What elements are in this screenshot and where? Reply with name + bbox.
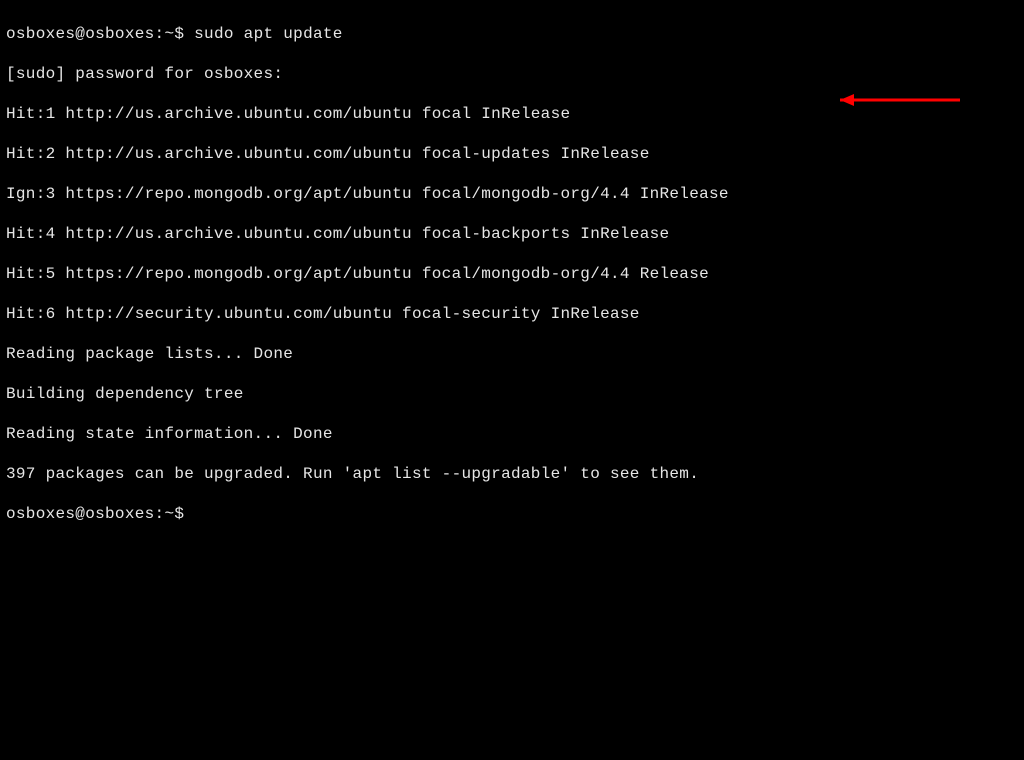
- terminal-output-line: 397 packages can be upgraded. Run 'apt l…: [6, 464, 1018, 484]
- terminal-output-line: [sudo] password for osboxes:: [6, 64, 1018, 84]
- terminal-output-line: Hit:1 http://us.archive.ubuntu.com/ubunt…: [6, 104, 1018, 124]
- terminal-window[interactable]: osboxes@osboxes:~$ sudo apt update [sudo…: [6, 4, 1018, 544]
- shell-command: sudo apt update: [194, 25, 343, 43]
- terminal-line: osboxes@osboxes:~$: [6, 504, 1018, 524]
- terminal-output-line: Reading state information... Done: [6, 424, 1018, 444]
- shell-prompt-user: osboxes@osboxes:: [6, 505, 164, 523]
- terminal-output-line: Reading package lists... Done: [6, 344, 1018, 364]
- terminal-output-line: Building dependency tree: [6, 384, 1018, 404]
- shell-prompt-path: ~: [164, 25, 174, 43]
- terminal-output-line: Hit:5 https://repo.mongodb.org/apt/ubunt…: [6, 264, 1018, 284]
- shell-prompt-path: ~: [164, 505, 174, 523]
- terminal-line: osboxes@osboxes:~$ sudo apt update: [6, 24, 1018, 44]
- shell-prompt-symbol: $: [174, 505, 184, 523]
- terminal-output-line: Hit:6 http://security.ubuntu.com/ubuntu …: [6, 304, 1018, 324]
- shell-prompt-symbol: $: [174, 25, 184, 43]
- terminal-output-line-highlighted: Ign:3 https://repo.mongodb.org/apt/ubunt…: [6, 184, 1018, 204]
- shell-prompt-user: osboxes@osboxes:: [6, 25, 164, 43]
- terminal-output-line: Hit:4 http://us.archive.ubuntu.com/ubunt…: [6, 224, 1018, 244]
- terminal-output-line: Hit:2 http://us.archive.ubuntu.com/ubunt…: [6, 144, 1018, 164]
